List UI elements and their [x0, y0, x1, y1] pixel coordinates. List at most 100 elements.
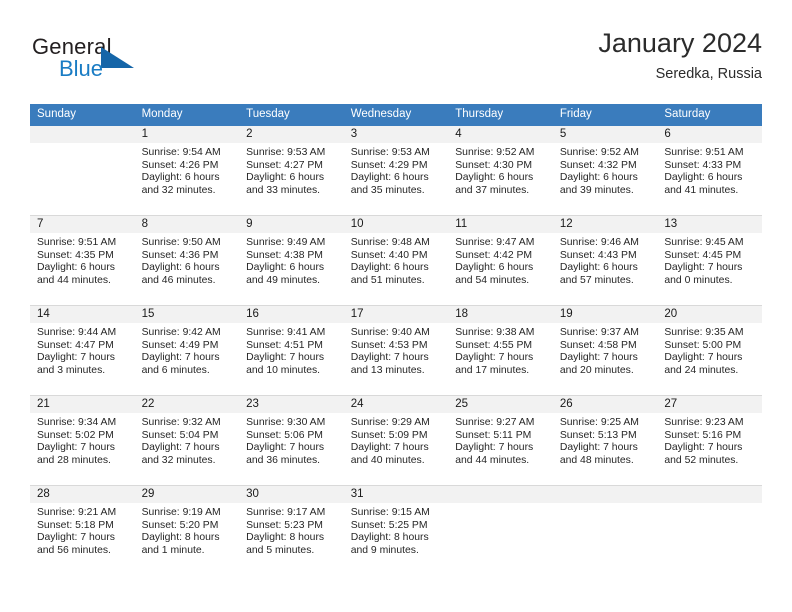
daylight-text: Daylight: 7 hours: [246, 352, 325, 364]
day-number: 9: [239, 216, 344, 233]
weekday-header-tuesday: Tuesday: [239, 104, 344, 126]
day-cell-content: 20 Sunrise: 9:35 AM Sunset: 5:00 PM Dayligh…: [657, 306, 762, 395]
calendar-day-cell[interactable]: [448, 485, 553, 575]
daylight-text-cont: and 35 minutes.: [350, 184, 425, 196]
calendar-day-cell[interactable]: 10 Sunrise: 9:48 AM Sunset: 4:40 PM Dayligh…: [343, 215, 449, 306]
weekday-header-friday: Friday: [552, 104, 658, 126]
sunrise-text: Sunrise: 9:21 AM: [37, 507, 117, 518]
day-details: Sunrise: 9:45 AM Sunset: 4:45 PM Daylight:…: [657, 233, 762, 287]
day-cell-content: 23 Sunrise: 9:30 AM Sunset: 5:06 PM Dayligh…: [239, 396, 344, 485]
sunset-text: Sunset: 4:27 PM: [246, 159, 323, 171]
calendar-week-row: 21 Sunrise: 9:34 AM Sunset: 5:02 PM Dayligh…: [30, 395, 762, 486]
day-cell-content: 5 Sunrise: 9:52 AM Sunset: 4:32 PM Daylight…: [552, 126, 658, 215]
day-cell-empty: [30, 126, 135, 215]
calendar-day-cell[interactable]: 16 Sunrise: 9:41 AM Sunset: 4:51 PM Dayligh…: [239, 305, 344, 396]
calendar-day-cell[interactable]: 20 Sunrise: 9:35 AM Sunset: 5:00 PM Dayligh…: [657, 305, 762, 396]
general-blue-logo[interactable]: General Blue: [32, 34, 142, 88]
calendar-day-cell[interactable]: 17 Sunrise: 9:40 AM Sunset: 4:53 PM Dayligh…: [343, 305, 449, 396]
calendar-day-cell[interactable]: [30, 126, 135, 216]
calendar-day-cell[interactable]: 26 Sunrise: 9:25 AM Sunset: 5:13 PM Dayligh…: [552, 395, 658, 486]
day-details: Sunrise: 9:54 AM Sunset: 4:26 PM Daylight:…: [135, 143, 240, 197]
calendar-day-cell[interactable]: 1 Sunrise: 9:54 AM Sunset: 4:26 PM Daylight…: [134, 126, 240, 216]
calendar-week-row: 28 Sunrise: 9:21 AM Sunset: 5:18 PM Dayligh…: [30, 485, 762, 575]
calendar-day-cell[interactable]: 13 Sunrise: 9:45 AM Sunset: 4:45 PM Dayligh…: [657, 215, 762, 306]
calendar-day-cell[interactable]: 31 Sunrise: 9:15 AM Sunset: 5:25 PM Dayligh…: [343, 485, 449, 575]
sunset-text: Sunset: 4:53 PM: [350, 339, 428, 351]
calendar-day-cell[interactable]: 9 Sunrise: 9:49 AM Sunset: 4:38 PM Daylight…: [239, 215, 344, 306]
location-subtitle: Seredka, Russia: [655, 66, 762, 82]
daylight-text: Daylight: 7 hours: [141, 442, 220, 454]
calendar-day-cell[interactable]: 29 Sunrise: 9:19 AM Sunset: 5:20 PM Dayligh…: [134, 485, 240, 575]
calendar-day-cell[interactable]: 18 Sunrise: 9:38 AM Sunset: 4:55 PM Dayligh…: [448, 305, 553, 396]
sunset-text: Sunset: 5:25 PM: [350, 519, 428, 531]
daylight-text: Daylight: 6 hours: [350, 262, 429, 274]
calendar-day-cell[interactable]: 6 Sunrise: 9:51 AM Sunset: 4:33 PM Daylight…: [657, 126, 762, 216]
calendar-day-cell[interactable]: [657, 485, 762, 575]
calendar-day-cell[interactable]: 5 Sunrise: 9:52 AM Sunset: 4:32 PM Daylight…: [552, 126, 658, 216]
day-number: [657, 486, 762, 503]
daylight-text-cont: and 48 minutes.: [559, 454, 634, 466]
weekday-header-row: Sunday Monday Tuesday Wednesday Thursday…: [30, 104, 762, 126]
day-number: 30: [239, 486, 344, 503]
calendar-day-cell[interactable]: 7 Sunrise: 9:51 AM Sunset: 4:35 PM Daylight…: [30, 215, 135, 306]
calendar-day-cell[interactable]: 21 Sunrise: 9:34 AM Sunset: 5:02 PM Dayligh…: [30, 395, 135, 486]
daylight-text: Daylight: 6 hours: [664, 172, 743, 184]
day-cell-content: 22 Sunrise: 9:32 AM Sunset: 5:04 PM Dayligh…: [134, 396, 240, 485]
daylight-text-cont: and 0 minutes.: [664, 274, 733, 286]
calendar-day-cell[interactable]: 23 Sunrise: 9:30 AM Sunset: 5:06 PM Dayligh…: [239, 395, 344, 486]
calendar-day-cell[interactable]: 14 Sunrise: 9:44 AM Sunset: 4:47 PM Dayligh…: [30, 305, 135, 396]
sunrise-text: Sunrise: 9:27 AM: [455, 417, 535, 428]
calendar-day-cell[interactable]: 30 Sunrise: 9:17 AM Sunset: 5:23 PM Dayligh…: [239, 485, 344, 575]
daylight-text-cont: and 41 minutes.: [664, 184, 739, 196]
day-details: Sunrise: 9:34 AM Sunset: 5:02 PM Daylight:…: [30, 413, 135, 467]
calendar-day-cell[interactable]: 12 Sunrise: 9:46 AM Sunset: 4:43 PM Dayligh…: [552, 215, 658, 306]
daylight-text-cont: and 44 minutes.: [37, 274, 111, 286]
weekday-header-sunday: Sunday: [30, 104, 135, 126]
day-cell-content: 13 Sunrise: 9:45 AM Sunset: 4:45 PM Dayligh…: [657, 216, 762, 305]
sunrise-text: Sunrise: 9:52 AM: [559, 147, 639, 158]
calendar-day-cell[interactable]: 4 Sunrise: 9:52 AM Sunset: 4:30 PM Daylight…: [448, 126, 553, 216]
day-details: Sunrise: 9:49 AM Sunset: 4:38 PM Daylight:…: [239, 233, 344, 287]
day-cell-content: 25 Sunrise: 9:27 AM Sunset: 5:11 PM Dayligh…: [448, 396, 553, 485]
calendar-day-cell[interactable]: 19 Sunrise: 9:37 AM Sunset: 4:58 PM Dayligh…: [552, 305, 658, 396]
sunset-text: Sunset: 5:09 PM: [350, 429, 428, 441]
calendar-day-cell[interactable]: [552, 485, 658, 575]
daylight-text-cont: and 17 minutes.: [455, 364, 530, 376]
calendar-day-cell[interactable]: 25 Sunrise: 9:27 AM Sunset: 5:11 PM Dayligh…: [448, 395, 553, 486]
day-cell-content: 30 Sunrise: 9:17 AM Sunset: 5:23 PM Dayligh…: [239, 486, 344, 575]
daylight-text-cont: and 28 minutes.: [37, 454, 111, 466]
weekday-header-saturday: Saturday: [657, 104, 762, 126]
day-number: 11: [448, 216, 553, 233]
sunrise-text: Sunrise: 9:34 AM: [37, 417, 117, 428]
daylight-text: Daylight: 7 hours: [455, 442, 534, 454]
sunset-text: Sunset: 4:42 PM: [455, 249, 533, 261]
calendar-day-cell[interactable]: 11 Sunrise: 9:47 AM Sunset: 4:42 PM Dayligh…: [448, 215, 553, 306]
calendar-day-cell[interactable]: 8 Sunrise: 9:50 AM Sunset: 4:36 PM Daylight…: [134, 215, 240, 306]
sunrise-text: Sunrise: 9:51 AM: [37, 237, 117, 248]
calendar-day-cell[interactable]: 24 Sunrise: 9:29 AM Sunset: 5:09 PM Dayligh…: [343, 395, 449, 486]
calendar-day-cell[interactable]: 22 Sunrise: 9:32 AM Sunset: 5:04 PM Dayligh…: [134, 395, 240, 486]
daylight-text-cont: and 32 minutes.: [141, 454, 216, 466]
day-number: 21: [30, 396, 135, 413]
calendar-week-row: 14 Sunrise: 9:44 AM Sunset: 4:47 PM Dayligh…: [30, 305, 762, 396]
daylight-text-cont: and 10 minutes.: [246, 364, 321, 376]
day-number: 24: [343, 396, 449, 413]
day-number: 4: [448, 126, 553, 143]
sunrise-text: Sunrise: 9:15 AM: [350, 507, 430, 518]
day-number: 6: [657, 126, 762, 143]
calendar-day-cell[interactable]: 2 Sunrise: 9:53 AM Sunset: 4:27 PM Daylight…: [239, 126, 344, 216]
daylight-text-cont: and 39 minutes.: [559, 184, 634, 196]
sunrise-text: Sunrise: 9:23 AM: [664, 417, 744, 428]
daylight-text-cont: and 33 minutes.: [246, 184, 321, 196]
daylight-text: Daylight: 6 hours: [141, 172, 220, 184]
calendar-day-cell[interactable]: 15 Sunrise: 9:42 AM Sunset: 4:49 PM Dayligh…: [134, 305, 240, 396]
calendar-day-cell[interactable]: 28 Sunrise: 9:21 AM Sunset: 5:18 PM Dayligh…: [30, 485, 135, 575]
sunrise-text: Sunrise: 9:29 AM: [350, 417, 430, 428]
day-details: Sunrise: 9:46 AM Sunset: 4:43 PM Daylight:…: [553, 233, 658, 287]
day-number: 15: [134, 306, 240, 323]
calendar-day-cell[interactable]: 3 Sunrise: 9:53 AM Sunset: 4:29 PM Daylight…: [343, 126, 449, 216]
calendar-day-cell[interactable]: 27 Sunrise: 9:23 AM Sunset: 5:16 PM Dayligh…: [657, 395, 762, 486]
title-block: January 2024 Seredka, Russia: [598, 26, 762, 85]
daylight-text: Daylight: 7 hours: [37, 442, 115, 454]
day-number: 29: [134, 486, 240, 503]
